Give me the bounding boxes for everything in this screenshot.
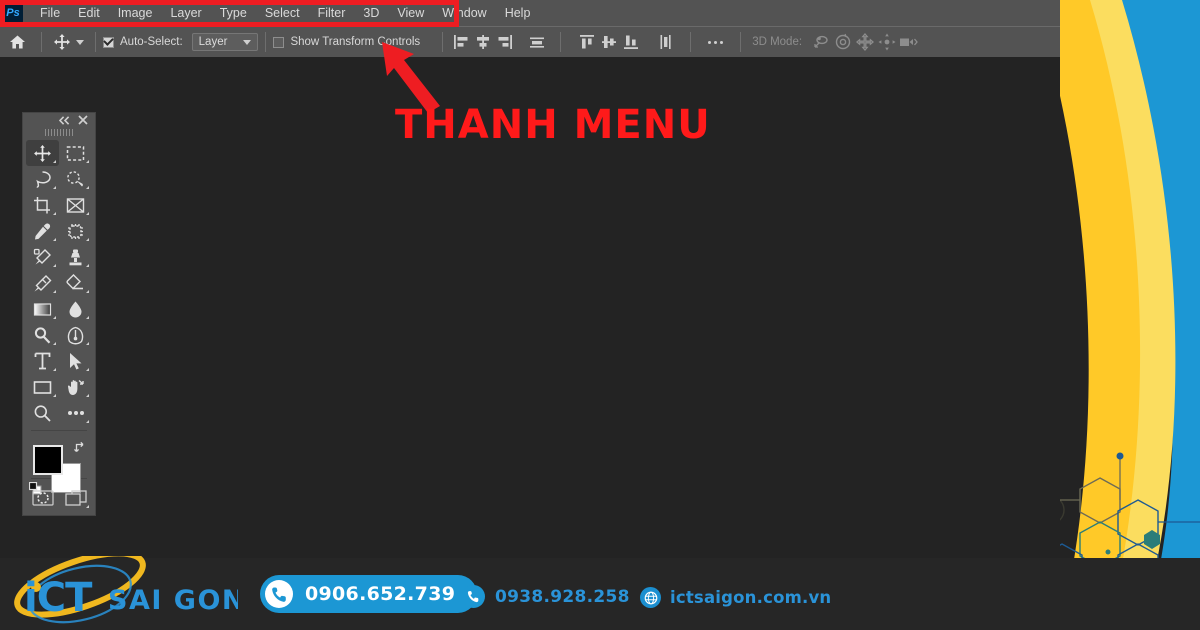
tool-edit-toolbar-tool[interactable] [59,400,92,426]
pan-3d-icon[interactable] [854,29,876,55]
tools-panel [22,112,96,516]
divider [31,430,87,431]
tool-gradient-tool[interactable] [26,296,59,322]
menu-item-filter[interactable]: Filter [309,3,355,23]
divider [41,32,42,52]
brand-primary-text: iCT [24,575,93,621]
collapse-double-chevron-icon[interactable] [59,112,70,130]
quick-mask-mode-icon[interactable] [26,485,59,511]
move-tool-icon [53,33,71,51]
options-bar: Auto-Select: Layer Show Transform Contro… [0,26,1060,57]
tool-quick-selection-tool[interactable] [59,166,92,192]
close-icon[interactable] [78,112,88,130]
phone-primary-number: 0906.652.739 [305,583,455,605]
brand-logo: iCT SAI GON [8,556,238,628]
phone-icon [462,585,485,608]
menu-item-edit[interactable]: Edit [69,3,109,23]
tool-spot-healing-brush-tool[interactable] [59,218,92,244]
menu-item-3d[interactable]: 3D [354,3,388,23]
align-top-edges-icon[interactable] [576,29,598,55]
tool-frame-tool[interactable] [59,192,92,218]
website-item[interactable]: ictsaigon.com.vn [640,587,831,608]
tool-move-tool[interactable] [26,140,59,166]
photoshop-logo-icon: Ps [3,3,23,23]
tool-blur-tool[interactable] [59,296,92,322]
menu-item-select[interactable]: Select [256,3,309,23]
phone-secondary-number: 0938.928.258 [495,587,630,607]
tool-rectangle-tool[interactable] [26,374,59,400]
distribute-horizontally-icon[interactable] [526,29,548,55]
tool-path-selection-tool[interactable] [59,348,92,374]
menu-item-window[interactable]: Window [433,3,495,23]
align-vertical-centers-icon[interactable] [598,29,620,55]
tool-clone-stamp-tool[interactable] [59,244,92,270]
divider [560,32,561,52]
globe-icon [640,587,661,608]
show-transform-controls-checkbox[interactable] [273,37,284,48]
chevron-down-icon [76,40,84,45]
layer-dropdown-value: Layer [199,36,228,48]
tool-zoom-tool[interactable] [26,400,59,426]
divider [442,32,443,52]
menu-item-image[interactable]: Image [109,3,162,23]
website-text: ictsaigon.com.vn [670,588,831,607]
divider [690,32,691,52]
auto-select-label: Auto-Select: [120,36,183,48]
mode-buttons [23,483,95,515]
tool-eraser-tool[interactable] [59,270,92,296]
tool-history-brush-tool[interactable] [26,270,59,296]
tool-type-tool[interactable] [26,348,59,374]
tool-eyedropper-tool[interactable] [26,218,59,244]
tool-crop-tool[interactable] [26,192,59,218]
layer-dropdown[interactable]: Layer [192,33,259,51]
orbit-3d-icon[interactable] [810,29,832,55]
show-transform-controls-label: Show Transform Controls [290,36,420,48]
home-icon[interactable] [0,27,34,57]
tool-hand-tool[interactable] [59,374,92,400]
panel-drag-handle[interactable] [23,129,95,136]
auto-select-checkbox[interactable] [103,37,114,48]
tool-dodge-tool[interactable] [26,322,59,348]
align-horizontal-centers-icon[interactable] [472,29,494,55]
photoshop-menu-bar: Ps File Edit Image Layer Type Select Fil… [0,0,1060,26]
slide-3d-icon[interactable] [876,29,898,55]
color-swatches [23,435,95,475]
swap-colors-icon[interactable] [74,441,87,459]
distribute-vertically-icon[interactable] [654,29,676,55]
change-screen-mode-icon[interactable] [59,485,92,511]
tool-preset-picker[interactable] [49,33,88,51]
footer-bar: iCT SAI GON 0906.652.739 0938.928.258 ic… [0,558,1200,630]
menu-item-view[interactable]: View [388,3,433,23]
menu-item-file[interactable]: File [31,3,69,23]
screenshot-root: Ps File Edit Image Layer Type Select Fil… [0,0,1200,630]
phone-secondary-item[interactable]: 0938.928.258 [462,585,630,608]
chevron-down-icon [243,40,251,45]
3d-mode-label: 3D Mode: [752,36,802,48]
tool-brush-tool[interactable] [26,244,59,270]
phone-primary-button[interactable]: 0906.652.739 [260,575,477,613]
menu-item-layer[interactable]: Layer [161,3,210,23]
align-right-edges-icon[interactable] [494,29,516,55]
zoom-3d-camera-icon[interactable] [898,29,920,55]
tool-grid [23,136,95,426]
tool-lasso-tool[interactable] [26,166,59,192]
tool-pen-tool[interactable] [59,322,92,348]
divider [740,32,741,52]
divider [265,32,266,52]
more-options-icon[interactable] [698,41,733,44]
align-left-edges-icon[interactable] [450,29,472,55]
menu-item-help[interactable]: Help [496,3,540,23]
annotation-label: THANH MENU [395,102,711,148]
roll-3d-icon[interactable] [832,29,854,55]
align-bottom-edges-icon[interactable] [620,29,642,55]
menu-item-type[interactable]: Type [211,3,256,23]
tools-panel-header [23,113,95,129]
divider [95,32,96,52]
phone-icon [265,580,293,608]
brand-secondary-text: SAI GON [108,585,238,616]
foreground-color-swatch[interactable] [33,445,63,475]
tool-rectangular-marquee-tool[interactable] [59,140,92,166]
